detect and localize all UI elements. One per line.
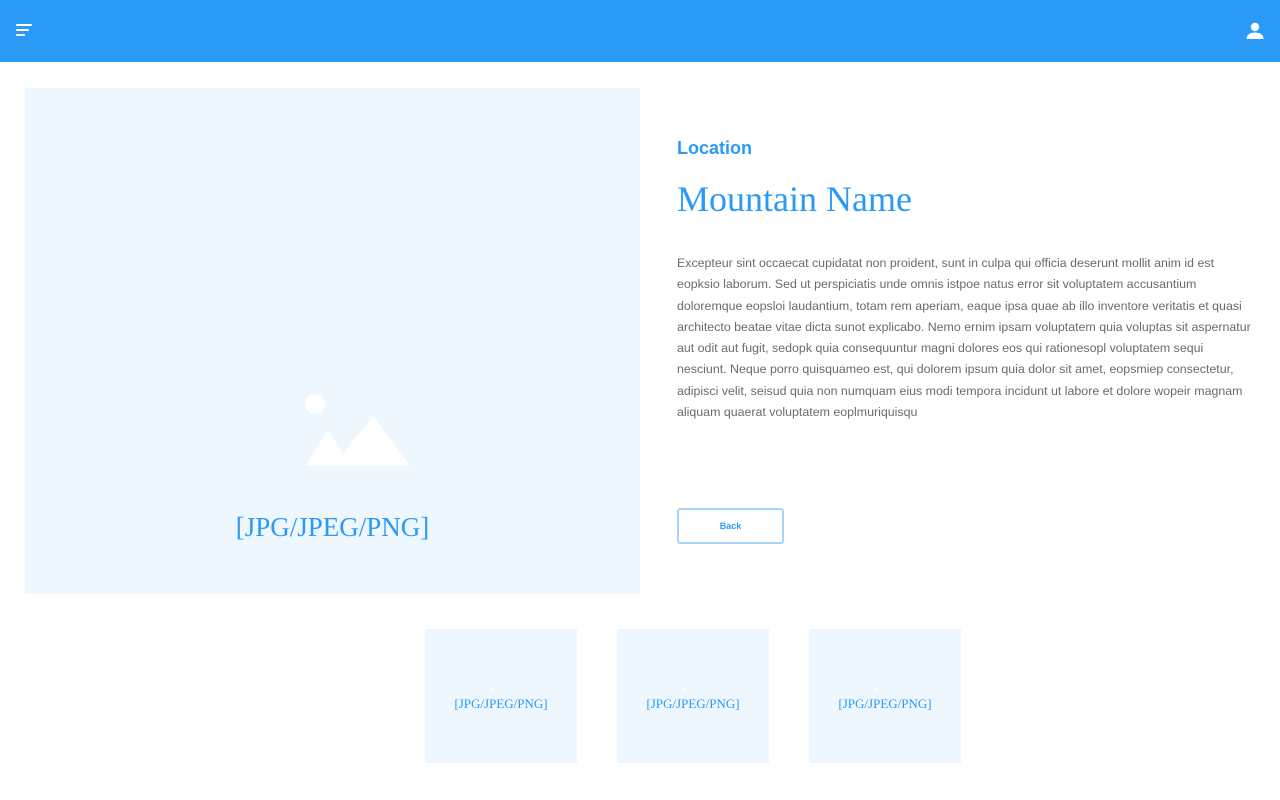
page-title: Mountain Name — [677, 179, 912, 219]
thumbnail-label: [JPG/JPEG/PNG] — [838, 696, 932, 711]
menu-icon[interactable] — [16, 22, 34, 40]
thumbnail-2[interactable]: [JPG/JPEG/PNG] — [617, 629, 769, 763]
top-app-bar — [0, 0, 1280, 62]
back-button[interactable]: Back — [677, 508, 784, 544]
location-label: Location — [677, 138, 752, 158]
hero-image-label: [JPG/JPEG/PNG] — [235, 512, 430, 542]
image-placeholder-icon — [683, 688, 686, 691]
thumbnail-label: [JPG/JPEG/PNG] — [646, 696, 740, 711]
hero-image-placeholder: [JPG/JPEG/PNG] — [25, 88, 640, 594]
image-placeholder-icon — [491, 688, 494, 691]
thumbnail-1[interactable]: [JPG/JPEG/PNG] — [425, 629, 577, 763]
thumbnail-3[interactable]: [JPG/JPEG/PNG] — [809, 629, 961, 763]
user-icon[interactable] — [1244, 20, 1266, 42]
image-placeholder-icon — [303, 391, 411, 472]
description-text: Excepteur sint occaecat cupidatat non pr… — [677, 256, 1251, 420]
image-placeholder-icon — [875, 688, 878, 691]
thumbnail-label: [JPG/JPEG/PNG] — [454, 696, 548, 711]
